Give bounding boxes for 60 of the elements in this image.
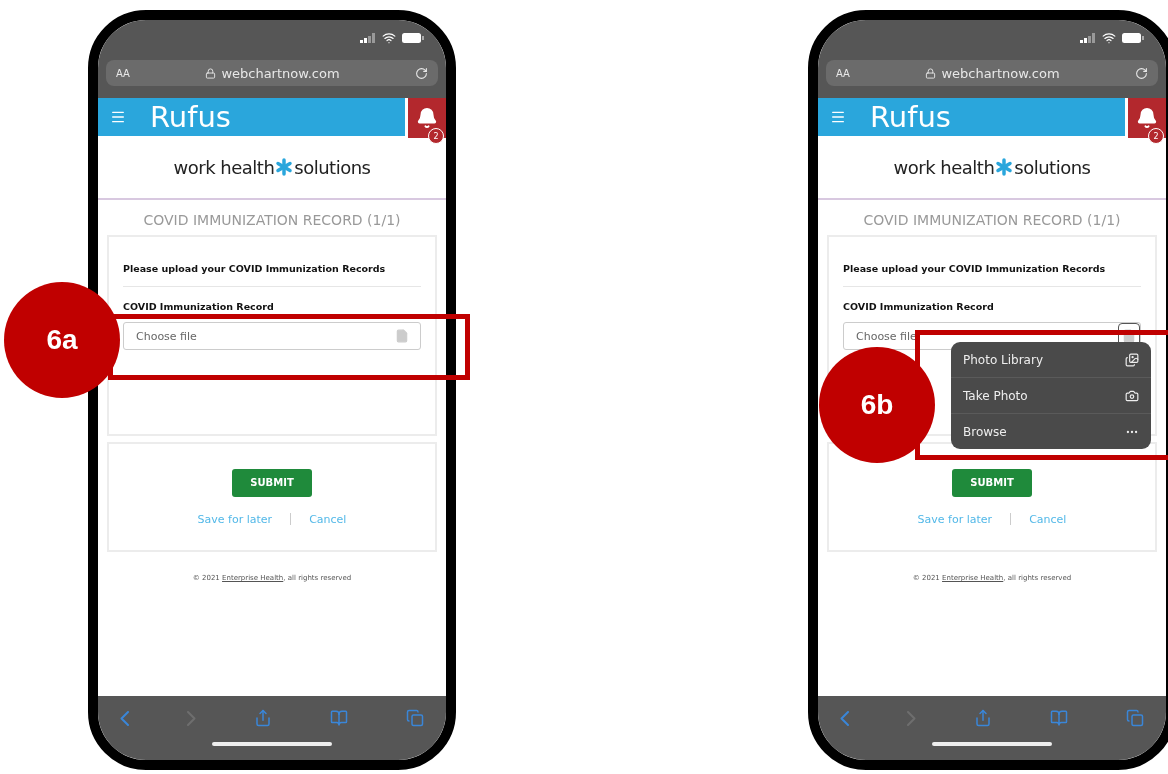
- submit-button[interactable]: SUBMIT: [232, 468, 312, 497]
- page-title: COVID IMMUNIZATION RECORD (1/1): [142, 211, 402, 230]
- text-size-button[interactable]: AA: [836, 67, 850, 79]
- action-link[interactable]: Save for later: [197, 512, 273, 526]
- wifi-icon: [382, 31, 396, 45]
- bell-icon: [1136, 107, 1158, 129]
- reload-icon[interactable]: [1135, 66, 1148, 80]
- tabs-icon: [406, 709, 424, 727]
- bell-icon: [416, 107, 438, 129]
- field-label: COVID Immunization Record: [842, 300, 995, 312]
- address-bar[interactable]: AA webchartnow.com: [106, 60, 438, 86]
- logo-text: solutions: [1014, 156, 1091, 178]
- url-text: webchartnow.com: [221, 65, 340, 81]
- action-link[interactable]: Cancel: [1029, 512, 1067, 526]
- signal-icon: [1080, 33, 1096, 43]
- app-title: Rufus: [150, 100, 232, 134]
- forward-icon: [187, 710, 196, 726]
- page-title: COVID IMMUNIZATION RECORD (1/1): [862, 211, 1122, 230]
- battery-icon: [402, 33, 424, 43]
- lock-icon: [925, 67, 937, 79]
- forward-icon: [907, 710, 916, 726]
- menu-icon[interactable]: [830, 109, 846, 125]
- notification-count: 2: [428, 128, 444, 144]
- book-icon: [330, 709, 348, 727]
- share-icon: [974, 709, 992, 727]
- menu-item[interactable]: Browse: [951, 413, 1151, 449]
- book-icon: [1050, 709, 1068, 727]
- asterisk-icon: [995, 158, 1014, 176]
- notification-count: 2: [1148, 128, 1164, 144]
- tabs-icon: [1126, 709, 1144, 727]
- back-icon: [120, 710, 129, 726]
- logo-text: work health: [893, 156, 995, 178]
- back-icon: [840, 710, 849, 726]
- instructions: Please upload your COVID Immunization Records: [122, 262, 387, 276]
- address-bar[interactable]: AA webchartnow.com: [826, 60, 1158, 86]
- menu-icon[interactable]: [110, 109, 126, 125]
- action-link[interactable]: Save for later: [917, 512, 993, 526]
- signal-icon: [360, 33, 376, 43]
- notification-button[interactable]: [1125, 98, 1166, 138]
- submit-button[interactable]: SUBMIT: [952, 468, 1032, 497]
- share-icon: [254, 709, 272, 727]
- photos-icon: [1125, 352, 1139, 367]
- action-link[interactable]: Cancel: [309, 512, 347, 526]
- instructions: Please upload your COVID Immunization Records: [842, 262, 1107, 276]
- battery-icon: [1122, 33, 1144, 43]
- menu-item[interactable]: Take Photo: [951, 377, 1151, 413]
- field-label: COVID Immunization Record: [122, 300, 275, 312]
- camera-icon: [1125, 388, 1139, 403]
- logo-text: solutions: [294, 156, 371, 178]
- app-title: Rufus: [870, 100, 952, 134]
- file-field[interactable]: Choose file: [123, 322, 421, 350]
- logo-text: work health: [173, 156, 275, 178]
- lock-icon: [205, 67, 217, 79]
- step-badge: 6a: [4, 282, 120, 398]
- wifi-icon: [1102, 31, 1116, 45]
- reload-icon[interactable]: [415, 66, 428, 80]
- asterisk-icon: [275, 158, 294, 176]
- text-size-button[interactable]: AA: [116, 67, 130, 79]
- notification-button[interactable]: [405, 98, 446, 138]
- url-text: webchartnow.com: [941, 65, 1060, 81]
